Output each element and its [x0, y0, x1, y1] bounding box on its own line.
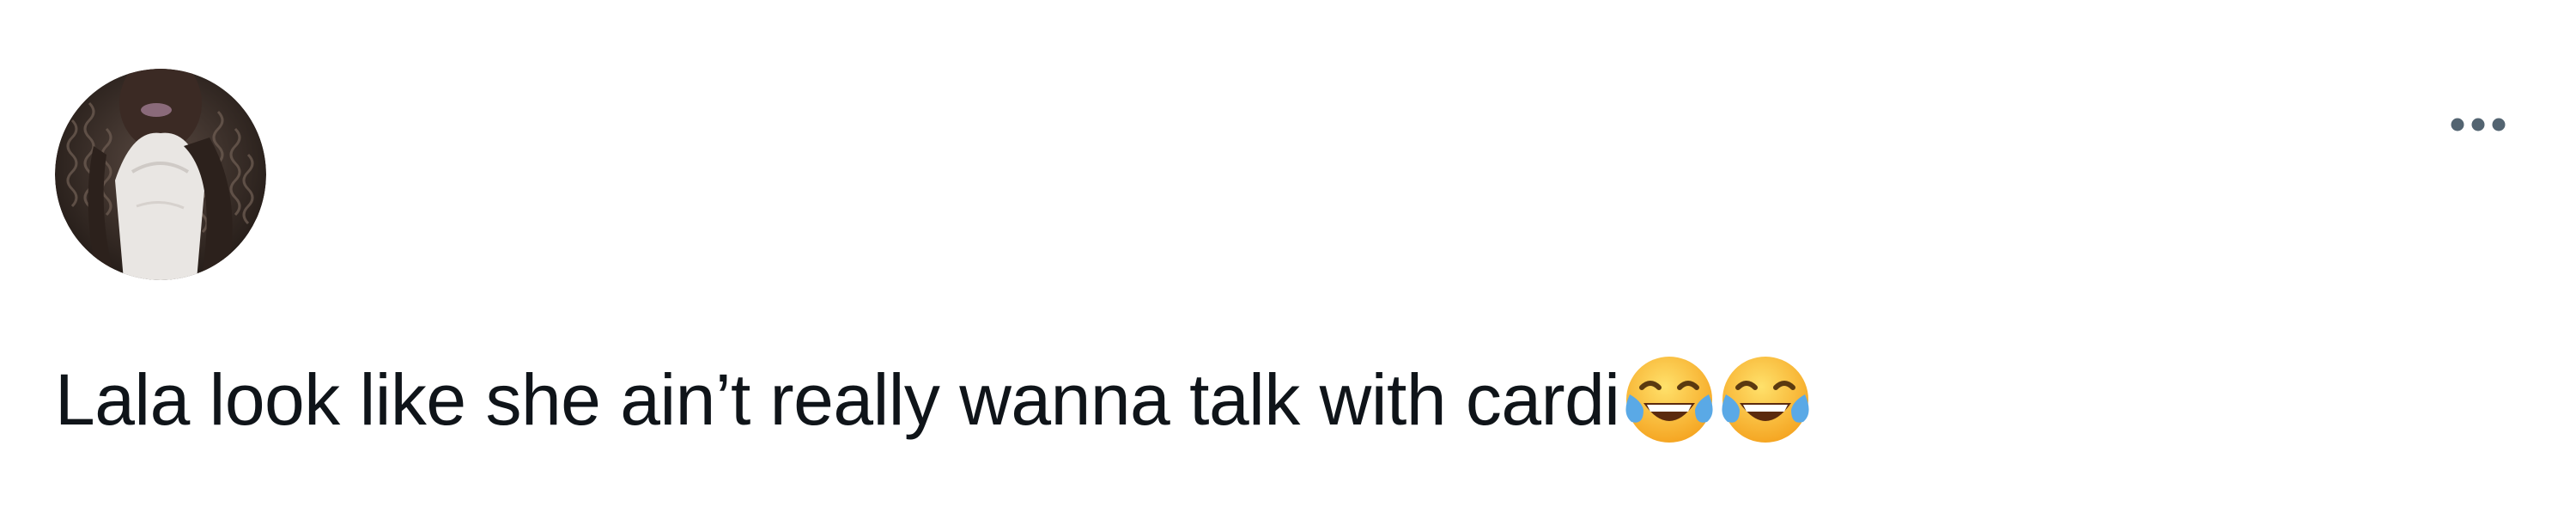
more-dots-icon [2451, 118, 2506, 131]
tweet-card[interactable]: Lala look like she ain’t really wanna ta… [0, 0, 2576, 513]
tweet-text-content: Lala look like she ain’t really wanna ta… [55, 359, 1620, 440]
avatar[interactable] [55, 69, 266, 280]
more-options-button[interactable] [2435, 95, 2521, 155]
tweet-text: Lala look like she ain’t really wanna ta… [55, 344, 1812, 455]
avatar-photo [55, 69, 266, 280]
face-with-tears-of-joy-icon [1719, 353, 1812, 446]
face-with-tears-of-joy-icon [1623, 353, 1716, 446]
